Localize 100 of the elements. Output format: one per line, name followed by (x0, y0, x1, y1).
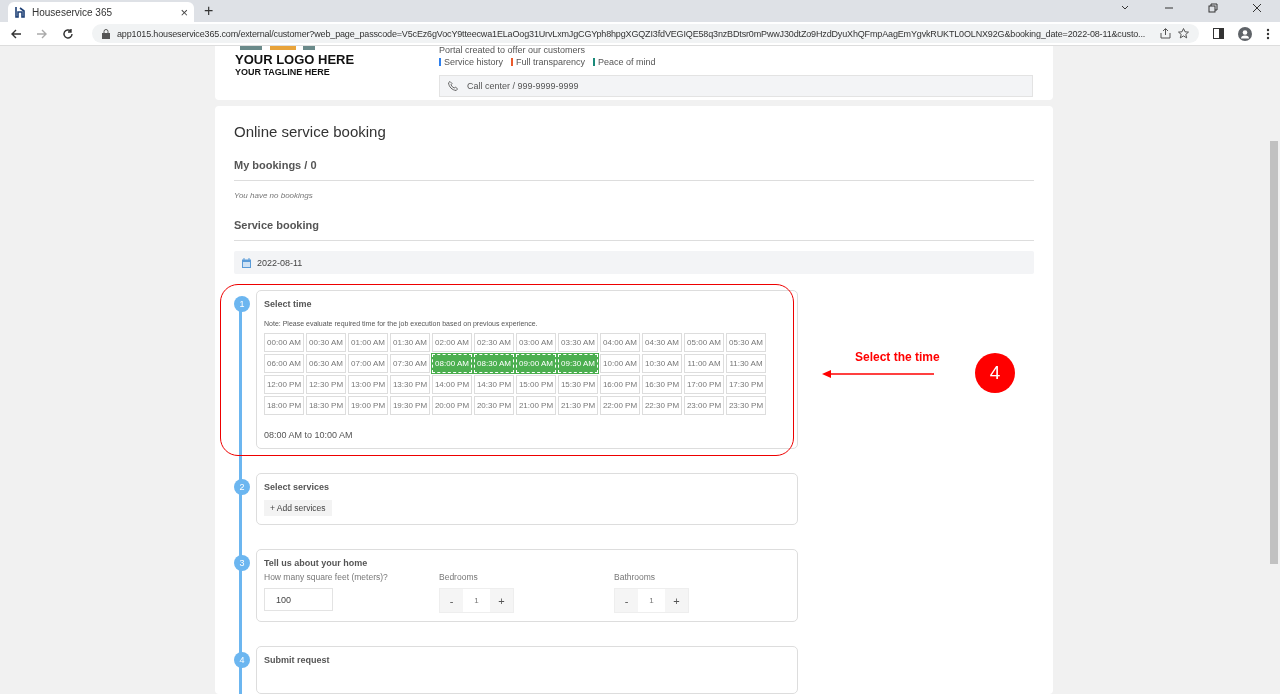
time-slot[interactable]: 18:30 PM (306, 396, 346, 415)
time-slot[interactable]: 00:30 AM (306, 333, 346, 352)
feature-label: Service history (444, 57, 504, 67)
time-slot[interactable]: 07:00 AM (348, 354, 388, 373)
time-slot[interactable]: 16:00 PM (600, 375, 640, 394)
section-title: Service booking (234, 219, 320, 231)
increment-button[interactable]: + (665, 589, 688, 612)
step-number: 4 (234, 652, 250, 668)
step-number: 2 (234, 479, 250, 495)
house-icon (14, 6, 26, 18)
tab-title: Houseservice 365 (32, 6, 114, 18)
time-slot[interactable]: 11:30 AM (726, 354, 766, 373)
page-title: Online service booking (234, 123, 387, 140)
step-number: 3 (234, 555, 250, 571)
time-slot[interactable]: 04:00 AM (600, 333, 640, 352)
time-slot[interactable]: 15:00 PM (516, 375, 556, 394)
time-slot[interactable]: 14:00 PM (432, 375, 472, 394)
step-title: Select time (264, 299, 313, 309)
time-slot[interactable]: 05:30 AM (726, 333, 766, 352)
logo-title: YOUR LOGO HERE (235, 52, 356, 67)
time-slot[interactable]: 19:30 PM (390, 396, 430, 415)
time-slot[interactable]: 10:30 AM (642, 354, 682, 373)
time-slot[interactable]: 13:00 PM (348, 375, 388, 394)
time-slot[interactable]: 03:00 AM (516, 333, 556, 352)
counter-value[interactable]: 1 (638, 589, 665, 612)
time-slot[interactable]: 23:00 PM (684, 396, 724, 415)
time-slot[interactable]: 22:30 PM (642, 396, 682, 415)
field-label: Bathrooms (614, 572, 657, 582)
time-slot[interactable]: 12:00 PM (264, 375, 304, 394)
profile-icon[interactable] (1238, 26, 1252, 41)
annotation-label: Select the time (855, 350, 940, 364)
phone-icon (448, 81, 458, 91)
time-slot[interactable]: 06:30 AM (306, 354, 346, 373)
time-slot[interactable]: 10:00 AM (600, 354, 640, 373)
time-slot[interactable]: 01:00 AM (348, 333, 388, 352)
add-services-button[interactable]: + Add services (264, 500, 332, 516)
step-number: 1 (234, 296, 250, 312)
decrement-button[interactable]: - (615, 589, 638, 612)
logo-tagline: YOUR TAGLINE HERE (235, 67, 331, 77)
time-slot[interactable]: 17:30 PM (726, 375, 766, 394)
intro-text: Portal created to offer our customers (439, 46, 586, 55)
time-slot[interactable]: 20:30 PM (474, 396, 514, 415)
date-text: 2022-08-11 (257, 257, 303, 268)
time-slot[interactable]: 20:00 PM (432, 396, 472, 415)
empty-message: You have no bookings (234, 191, 314, 200)
time-slot[interactable]: 04:30 AM (642, 333, 682, 352)
step-title: Submit request (264, 655, 331, 665)
time-slot[interactable]: 21:30 PM (558, 396, 598, 415)
step-title: Tell us about your home (264, 558, 369, 568)
close-icon[interactable] (1252, 3, 1262, 13)
field-label: Bedrooms (439, 572, 479, 582)
time-slot[interactable]: 14:30 PM (474, 375, 514, 394)
sidebar-icon[interactable] (1213, 28, 1224, 39)
time-slot[interactable]: 07:30 AM (390, 354, 430, 373)
time-slot[interactable]: 15:30 PM (558, 375, 598, 394)
time-slot[interactable]: 19:00 PM (348, 396, 388, 415)
time-slot[interactable]: 22:00 PM (600, 396, 640, 415)
time-slot[interactable]: 23:30 PM (726, 396, 766, 415)
counter-value[interactable]: 1 (463, 589, 490, 612)
feature-label: Peace of mind (598, 57, 656, 67)
area-field[interactable]: 100 (264, 588, 333, 611)
back-icon[interactable] (10, 27, 22, 40)
lock-icon (102, 28, 110, 39)
time-slot[interactable]: 16:30 PM (642, 375, 682, 394)
time-slot[interactable]: 09:30 AM (558, 354, 598, 373)
time-slot[interactable]: 01:30 AM (390, 333, 430, 352)
time-slot[interactable]: 18:00 PM (264, 396, 304, 415)
close-icon[interactable]: × (180, 4, 188, 20)
decrement-button[interactable]: - (440, 589, 463, 612)
star-icon[interactable] (1178, 28, 1189, 39)
new-tab-button[interactable]: + (204, 1, 214, 21)
time-slot[interactable]: 02:30 AM (474, 333, 514, 352)
step-title: Select services (264, 482, 331, 492)
address-bar[interactable]: app1015.houseservice365.com/external/customer?web_page_passcode=V5cEz6gVocY9tteecwa1ELaOog31UrvLxmJgCGYph8hpgXGQZI3fdVEGIQE58q3nzBDtsr0mPwwJ30dtZo9HzdDyuXhQFmpAagEmYgvkRUKTL0OLNX92G&booking_date=2022-08-11&custo... (92, 24, 1199, 43)
time-slot[interactable]: 11:00 AM (684, 354, 724, 373)
time-range: 08:00 AM to 10:00 AM (264, 430, 354, 440)
reload-icon[interactable] (62, 27, 74, 40)
time-slot[interactable]: 03:30 AM (558, 333, 598, 352)
field-label: How many square feet (meters)? (264, 572, 389, 582)
time-slot[interactable]: 09:00 AM (516, 354, 556, 373)
time-slot[interactable]: 06:00 AM (264, 354, 304, 373)
increment-button[interactable]: + (490, 589, 513, 612)
feature-label: Full transparency (516, 57, 586, 67)
date-bar[interactable]: 2022-08-11 (234, 251, 1034, 274)
more-icon[interactable] (1266, 27, 1270, 40)
time-slot[interactable]: 21:00 PM (516, 396, 556, 415)
time-slot[interactable]: 12:30 PM (306, 375, 346, 394)
browser-tab[interactable]: Houseservice 365 × (8, 2, 194, 22)
time-slot[interactable]: 13:30 PM (390, 375, 430, 394)
time-slot[interactable]: 08:30 AM (474, 354, 514, 373)
time-slot[interactable]: 08:00 AM (432, 354, 472, 373)
time-slot[interactable]: 02:00 AM (432, 333, 472, 352)
time-slot[interactable]: 17:00 PM (684, 375, 724, 394)
time-slot[interactable]: 00:00 AM (264, 333, 304, 352)
call-center-text: Call center / 999-9999-9999 (467, 81, 579, 91)
time-slot[interactable]: 05:00 AM (684, 333, 724, 352)
share-icon[interactable] (1160, 28, 1171, 39)
restore-icon[interactable] (1208, 3, 1218, 13)
calendar-icon (242, 257, 251, 268)
section-title: My bookings / 0 (234, 159, 318, 171)
